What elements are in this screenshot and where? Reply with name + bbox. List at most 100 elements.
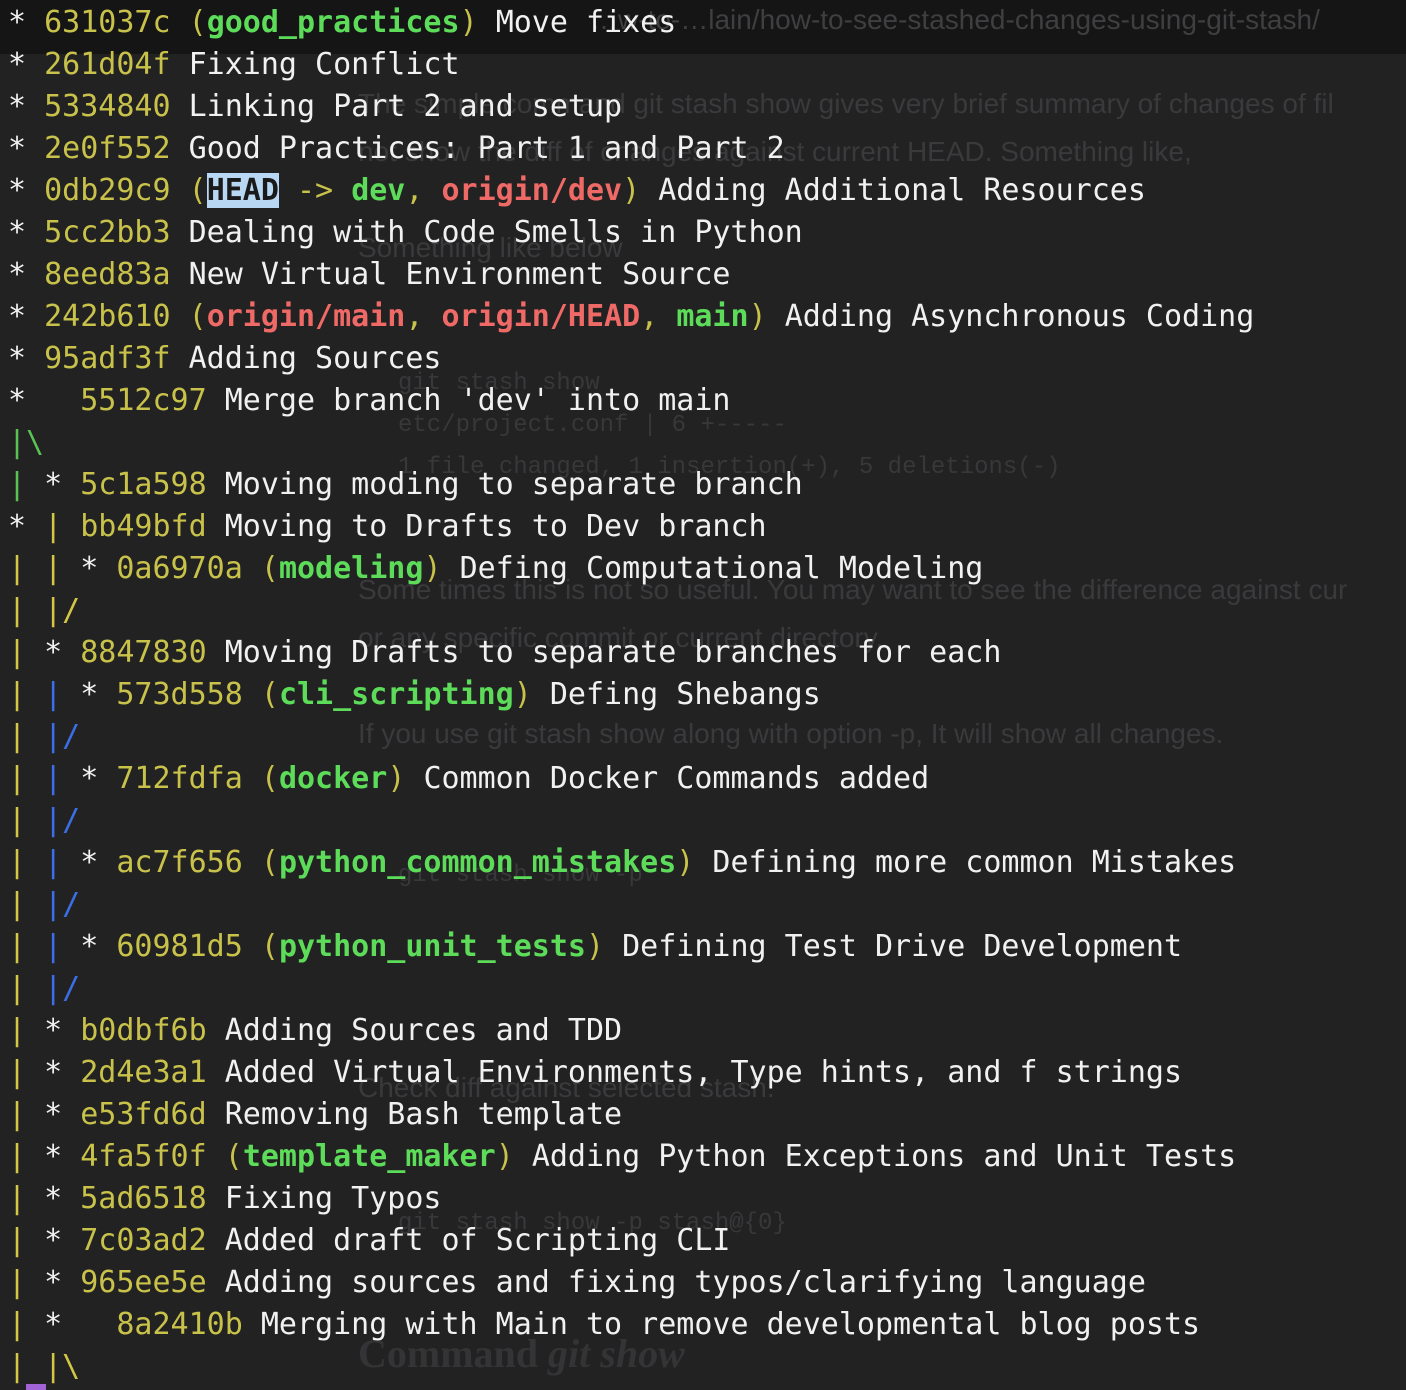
graph-segment: * (8, 215, 45, 250)
ref-paren: ) (387, 761, 406, 796)
ref-paren: ) (622, 173, 641, 208)
graph-line: |\ (8, 422, 1254, 464)
graph-segment: | (8, 1139, 45, 1174)
graph-segment: * (80, 761, 117, 796)
graph-segment: | (8, 803, 45, 838)
commit-message: Adding Sources and TDD (224, 1013, 623, 1048)
graph-segment: * (8, 509, 45, 544)
commit-message: Defing Shebangs (549, 677, 821, 712)
graph-segment: * (8, 383, 81, 418)
graph-segment: | (8, 1307, 45, 1342)
local-branch-ref: modeling (278, 551, 424, 586)
graph-segment: | (8, 1349, 45, 1384)
graph-segment: | (8, 1055, 45, 1090)
ref-paren: ( (188, 299, 207, 334)
log-line: | | * 573d558 (cli_scripting) Defing She… (8, 674, 1254, 716)
log-line: | * b0dbf6b Adding Sources and TDD (8, 1010, 1254, 1052)
graph-segment: * (8, 299, 45, 334)
local-branch-ref: dev (351, 173, 406, 208)
commit-message: New Virtual Environment Source (188, 257, 731, 292)
graph-line: | |/ (8, 716, 1254, 758)
graph-segment: * (80, 551, 117, 586)
graph-segment: | (8, 551, 45, 586)
local-branch-ref: docker (278, 761, 388, 796)
local-branch-ref: python_unit_tests (278, 929, 586, 964)
commit-message: Moving moding to separate branch (224, 467, 803, 502)
ref-paren: ) (513, 677, 532, 712)
graph-segment: * (44, 1139, 81, 1174)
commit-hash: 0db29c9 (44, 173, 171, 208)
local-branch-ref: template_maker (242, 1139, 496, 1174)
terminal-git-log-graph[interactable]: * 631037c (good_practices) Move fixes * 2… (8, 2, 1254, 1388)
graph-segment: * (80, 845, 117, 880)
graph-segment: |/ (44, 803, 81, 838)
commit-hash: 5c1a598 (80, 467, 207, 502)
log-line: | * 8847830 Moving Drafts to separate br… (8, 632, 1254, 674)
local-branch-ref: main (676, 299, 749, 334)
graph-segment: | (8, 593, 45, 628)
graph-segment: * (44, 1181, 81, 1216)
log-line: | * 965ee5e Adding sources and fixing ty… (8, 1262, 1254, 1304)
ref-paren: ( (260, 677, 279, 712)
commit-hash: 2d4e3a1 (80, 1055, 207, 1090)
graph-segment: * (44, 1097, 81, 1132)
commit-message: Move fixes (495, 5, 677, 40)
graph-segment: * (8, 131, 45, 166)
graph-segment: | (8, 845, 45, 880)
graph-segment: |/ (44, 719, 81, 754)
graph-segment: | (8, 467, 45, 502)
ref-paren: ( (260, 845, 279, 880)
head-arrow: -> (278, 173, 352, 208)
remote-branch-ref: origin/dev (441, 173, 623, 208)
graph-segment: * (44, 1223, 81, 1258)
graph-segment: | (8, 1097, 45, 1132)
graph-segment: | (8, 1223, 45, 1258)
commit-message: Dealing with Code Smells in Python (188, 215, 803, 250)
log-line: * 631037c (good_practices) Move fixes (8, 2, 1254, 44)
ref-paren: ( (224, 1139, 243, 1174)
commit-hash: 5334840 (44, 89, 171, 124)
graph-line: | |/ (8, 968, 1254, 1010)
graph-segment: * (8, 47, 45, 82)
log-line: | | * 0a6970a (modeling) Defing Computat… (8, 548, 1254, 590)
log-line: * | bb49bfd Moving to Drafts to Dev bran… (8, 506, 1254, 548)
commit-hash: 8eed83a (44, 257, 171, 292)
terminal-cursor (26, 1384, 46, 1390)
graph-segment: | (8, 1265, 45, 1300)
graph-segment: | (8, 929, 45, 964)
commit-hash: 242b610 (44, 299, 171, 334)
ref-separator: , (405, 299, 442, 334)
commit-message: Adding Additional Resources (658, 173, 1146, 208)
graph-segment: * (8, 5, 45, 40)
log-line: * 95adf3f Adding Sources (8, 338, 1254, 380)
ref-paren: ( (260, 551, 279, 586)
commit-message: Adding Asynchronous Coding (784, 299, 1255, 334)
graph-line: | |/ (8, 884, 1254, 926)
ref-separator: , (640, 299, 677, 334)
commit-message: Fixing Conflict (188, 47, 460, 82)
local-branch-ref: cli_scripting (278, 677, 514, 712)
commit-hash: 631037c (44, 5, 171, 40)
graph-segment: |\ (8, 425, 45, 460)
graph-segment: | (8, 635, 45, 670)
graph-segment: | (44, 761, 81, 796)
log-line: | * 5ad6518 Fixing Typos (8, 1178, 1254, 1220)
commit-hash: 4fa5f0f (80, 1139, 207, 1174)
graph-segment: | (8, 761, 45, 796)
commit-hash: 5cc2bb3 (44, 215, 171, 250)
log-line: * 2e0f552 Good Practices: Part 1 and Par… (8, 128, 1254, 170)
local-branch-ref: good_practices (206, 5, 460, 40)
graph-segment: | (8, 887, 45, 922)
graph-line: | |/ (8, 590, 1254, 632)
remote-branch-ref: origin/HEAD (441, 299, 641, 334)
commit-hash: 965ee5e (80, 1265, 207, 1300)
log-line: * 5334840 Linking Part 2 and setup (8, 86, 1254, 128)
graph-segment: |\ (44, 1349, 81, 1384)
commit-hash: b0dbf6b (80, 1013, 207, 1048)
ref-paren: ) (585, 929, 605, 964)
ref-paren: ) (423, 551, 442, 586)
log-line: | | * 712fdfa (docker) Common Docker Com… (8, 758, 1254, 800)
commit-message: Common Docker Commands added (423, 761, 930, 796)
commit-message: Merge branch 'dev' into main (224, 383, 731, 418)
commit-hash: 95adf3f (44, 341, 171, 376)
